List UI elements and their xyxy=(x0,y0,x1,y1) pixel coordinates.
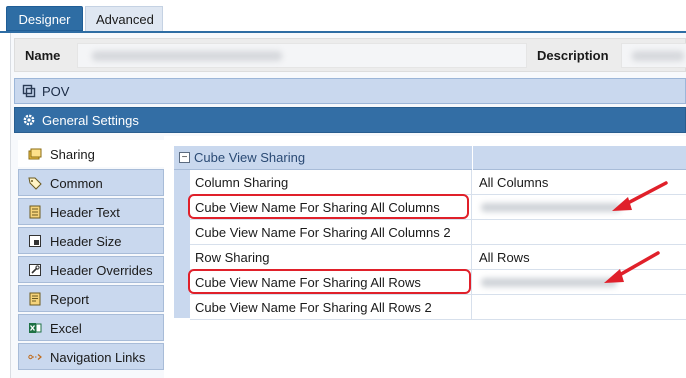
gear-icon xyxy=(22,113,36,127)
nav-item-label: Common xyxy=(50,176,103,191)
name-value-redacted xyxy=(92,51,282,61)
property-name: Cube View Name For Sharing All Rows 2 xyxy=(190,295,472,320)
description-value-redacted xyxy=(632,51,684,61)
section-general-settings-label: General Settings xyxy=(42,113,139,128)
property-name: Column Sharing xyxy=(190,170,472,195)
nav-item-label: Header Text xyxy=(50,205,120,220)
tab-bar: Designer Advanced xyxy=(0,0,686,33)
report-icon xyxy=(28,292,42,306)
property-value-redacted xyxy=(481,203,621,212)
nav-item-sharing[interactable]: Sharing xyxy=(18,140,164,167)
property-name: Cube View Name For Sharing All Columns 2 xyxy=(190,220,472,245)
nav-item-label: Header Size xyxy=(50,234,122,249)
name-field[interactable] xyxy=(77,43,527,68)
grid-group-header[interactable]: − Cube View Sharing xyxy=(174,146,686,170)
nav-item-label: Header Overrides xyxy=(50,263,153,278)
nav-item-common[interactable]: Common xyxy=(18,169,164,196)
name-label: Name xyxy=(25,48,61,63)
tab-advanced[interactable]: Advanced xyxy=(85,6,163,31)
grid-group-title: Cube View Sharing xyxy=(194,150,306,165)
nav-item-header-size[interactable]: Header Size xyxy=(18,227,164,254)
section-pov[interactable]: POV xyxy=(14,78,686,104)
nav-item-label: Sharing xyxy=(50,147,95,162)
section-pov-label: POV xyxy=(42,84,70,99)
collapse-icon[interactable]: − xyxy=(179,152,190,163)
nav-item-navigation-links[interactable]: Navigation Links xyxy=(18,343,164,370)
property-value[interactable] xyxy=(473,295,686,320)
arrow-icon xyxy=(604,251,660,283)
nav-item-label: Navigation Links xyxy=(50,350,146,365)
header-size-icon xyxy=(28,234,42,248)
header-text-icon xyxy=(28,205,42,219)
column-divider xyxy=(472,146,473,170)
tag-icon xyxy=(28,176,42,190)
nav-item-header-overrides[interactable]: Header Overrides xyxy=(18,256,164,283)
sharing-icon xyxy=(28,147,42,161)
highlight-box xyxy=(188,269,471,294)
nav-item-label: Report xyxy=(50,292,90,307)
arrow-icon xyxy=(612,181,668,211)
nav-item-report[interactable]: Report xyxy=(18,285,164,312)
description-label: Description xyxy=(537,48,609,63)
name-description-row: Name Description xyxy=(14,38,686,72)
tab-designer[interactable]: Designer xyxy=(6,6,83,31)
grid-row-sharing-all-columns-2[interactable]: Cube View Name For Sharing All Columns 2 xyxy=(190,220,686,245)
pov-icon xyxy=(22,84,36,98)
excel-icon xyxy=(28,321,42,335)
property-name: Row Sharing xyxy=(190,245,472,270)
nav-item-label: Excel xyxy=(50,321,82,336)
wrench-icon xyxy=(28,263,42,277)
property-value[interactable] xyxy=(473,220,686,245)
nav-item-header-text[interactable]: Header Text xyxy=(18,198,164,225)
grid-gutter xyxy=(174,170,190,318)
nav-item-excel[interactable]: Excel xyxy=(18,314,164,341)
property-value-redacted xyxy=(481,278,617,287)
settings-nav: Sharing Common Header Text Header Size H… xyxy=(18,140,164,378)
description-field[interactable] xyxy=(621,43,686,68)
section-general-settings[interactable]: General Settings xyxy=(14,107,686,133)
link-icon xyxy=(28,350,42,364)
grid-row-sharing-all-rows-2[interactable]: Cube View Name For Sharing All Rows 2 xyxy=(190,295,686,320)
highlight-box xyxy=(188,194,469,219)
